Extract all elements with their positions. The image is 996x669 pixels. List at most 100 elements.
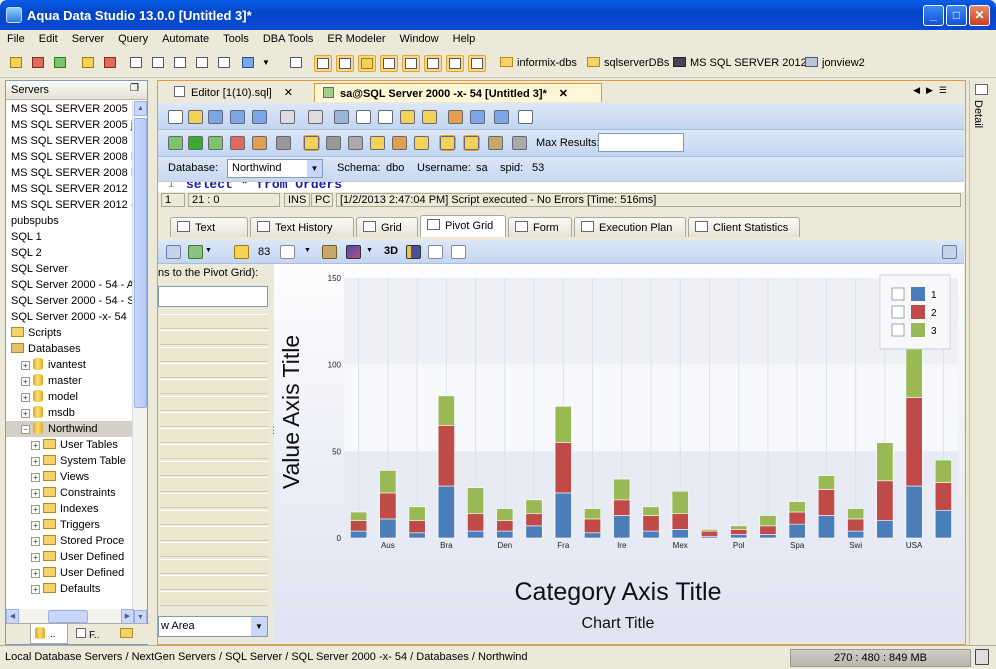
pivot-field-row[interactable]: [160, 477, 268, 492]
bar-segment-series-3[interactable]: [759, 515, 777, 527]
expand-icon[interactable]: +: [31, 441, 40, 450]
dropdown-arrow-icon[interactable]: ▼: [366, 247, 373, 254]
bar-segment-series-3[interactable]: [847, 508, 865, 520]
scroll-left-icon[interactable]: ◀: [6, 609, 19, 624]
bar-segment-series-2[interactable]: [876, 480, 894, 521]
pivot-field-row[interactable]: [160, 395, 268, 411]
layout-4-icon[interactable]: [380, 55, 398, 72]
execute-tool-icon[interactable]: [370, 136, 385, 150]
bar-segment-series-2[interactable]: [730, 529, 748, 535]
execute-tool-icon[interactable]: [348, 136, 363, 150]
bar-segment-series-3[interactable]: [642, 506, 660, 516]
connect-icon[interactable]: [80, 55, 98, 72]
expand-icon[interactable]: +: [31, 473, 40, 482]
tools-icon[interactable]: [216, 55, 234, 72]
bar-segment-series-3[interactable]: [700, 529, 718, 532]
chart-settings-icon[interactable]: [942, 245, 957, 259]
bar-segment-series-2[interactable]: [847, 518, 865, 532]
field-list-icon[interactable]: [234, 245, 249, 259]
layout-5-icon[interactable]: [402, 55, 420, 72]
bar-segment-series-2[interactable]: [700, 530, 718, 537]
bar-segment-series-1[interactable]: [671, 529, 689, 539]
collapse-icon[interactable]: −: [21, 425, 30, 434]
query-tool-icon[interactable]: [252, 110, 267, 124]
query-analyzer-icon[interactable]: [150, 55, 168, 72]
tab-folder[interactable]: [116, 626, 140, 644]
pivot-field-row[interactable]: [160, 379, 268, 395]
server-tree-item[interactable]: + master: [6, 373, 134, 389]
max-results-input[interactable]: [598, 133, 684, 152]
dropdown-arrow-icon[interactable]: ▼: [262, 55, 276, 72]
bar-segment-series-1[interactable]: [467, 530, 485, 539]
bar-segment-series-1[interactable]: [642, 530, 660, 539]
server-tree-item[interactable]: + User Tables: [6, 437, 134, 453]
minimize-button[interactable]: _: [923, 5, 944, 26]
bar-segment-series-3[interactable]: [934, 459, 952, 483]
restore-panel-icon[interactable]: ❐: [130, 83, 139, 94]
export-icon[interactable]: [188, 245, 203, 259]
execute-tool-icon[interactable]: [439, 135, 456, 151]
bar-segment-series-3[interactable]: [525, 499, 543, 515]
server-tree-item[interactable]: SQL 2: [6, 245, 134, 261]
bar-segment-series-1[interactable]: [934, 509, 952, 539]
execute-tool-icon[interactable]: [392, 136, 407, 150]
server-tree-item[interactable]: + System Table: [6, 453, 134, 469]
pivot-field-row[interactable]: [160, 346, 268, 362]
bar-segment-series-2[interactable]: [613, 499, 631, 516]
tab-execution-plan[interactable]: Execution Plan: [574, 217, 686, 237]
bar-segment-series-3[interactable]: [730, 525, 748, 530]
bar-segment-series-3[interactable]: [408, 506, 426, 521]
execute-tool-icon[interactable]: [230, 136, 245, 150]
dropdown-arrow-icon[interactable]: ▼: [205, 247, 212, 254]
tab-form[interactable]: Form: [508, 217, 572, 237]
pivot-field-row[interactable]: [160, 509, 268, 525]
server-tree-item[interactable]: + User Defined: [6, 565, 134, 581]
3d-toggle-button[interactable]: 3D: [384, 245, 398, 257]
query-tool-icon[interactable]: [422, 110, 437, 124]
bar-segment-series-1[interactable]: [437, 485, 455, 539]
bar-segment-series-2[interactable]: [584, 518, 602, 534]
server-tree-item[interactable]: SQL 1: [6, 229, 134, 245]
execute-tool-icon[interactable]: [188, 136, 203, 150]
database-select[interactable]: Northwind ▼: [227, 159, 323, 178]
bar-segment-series-3[interactable]: [876, 442, 894, 482]
execute-tool-icon[interactable]: [326, 136, 341, 150]
server-tree-item[interactable]: + Indexes: [6, 501, 134, 517]
bar-segment-series-1[interactable]: [350, 530, 368, 539]
pivot-filter-input[interactable]: [158, 286, 268, 307]
bar-segment-series-2[interactable]: [496, 520, 514, 532]
layout-7-icon[interactable]: [446, 55, 464, 72]
expand-icon[interactable]: +: [31, 569, 40, 578]
bar-segment-series-3[interactable]: [437, 395, 455, 426]
execute-tool-icon[interactable]: [488, 136, 503, 150]
pivot-field-row[interactable]: [160, 558, 268, 574]
dropdown-arrow-icon[interactable]: ▼: [304, 247, 311, 254]
tab-pivot-grid[interactable]: Pivot Grid: [420, 215, 506, 237]
bar-segment-series-3[interactable]: [613, 478, 631, 501]
execute-tool-icon[interactable]: [168, 136, 183, 150]
bar-segment-series-2[interactable]: [350, 520, 368, 532]
expand-icon[interactable]: +: [21, 361, 30, 370]
execute-tool-icon[interactable]: [303, 135, 320, 151]
query-tool-icon[interactable]: [356, 110, 371, 124]
server-tree-item[interactable]: Databases: [6, 341, 134, 357]
register-server-icon[interactable]: [52, 55, 70, 72]
pivot-field-row[interactable]: [160, 493, 268, 509]
columns-icon[interactable]: [406, 245, 421, 259]
server-tree-item[interactable]: SQL Server 2000 -x- 54: [6, 309, 134, 325]
layout-6-icon[interactable]: [424, 55, 442, 72]
query-tool-icon[interactable]: [280, 110, 295, 124]
pivot-field-row[interactable]: [160, 542, 268, 558]
bar-segment-series-1[interactable]: [876, 520, 894, 539]
menu-window[interactable]: Window: [393, 30, 446, 45]
expand-icon[interactable]: +: [21, 409, 30, 418]
server-tree-item[interactable]: SQL Server: [6, 261, 134, 277]
compare-icon[interactable]: [194, 55, 212, 72]
execute-tool-icon[interactable]: [463, 135, 480, 151]
query-tool-icon[interactable]: [494, 110, 509, 124]
close-tab-icon[interactable]: ✕: [284, 87, 293, 99]
server-tree-item[interactable]: + Constraints: [6, 485, 134, 501]
pivot-area-select[interactable]: w Area ▼: [158, 616, 268, 637]
pivot-field-row[interactable]: [160, 460, 268, 476]
server-tree-item[interactable]: + msdb: [6, 405, 134, 421]
